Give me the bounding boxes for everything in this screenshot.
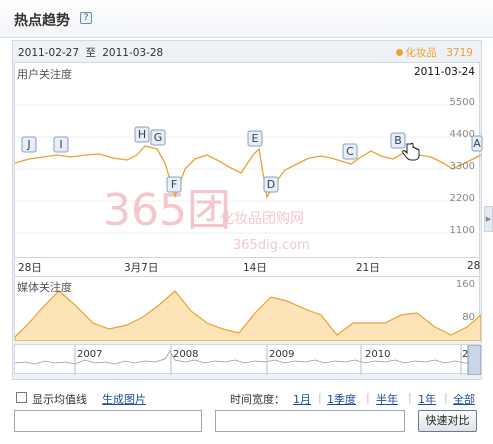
- year-label: 2007: [77, 349, 103, 360]
- header-bar: 热点趋势 ?: [0, 0, 493, 38]
- compare-keyword-input-2[interactable]: [215, 410, 405, 432]
- user-attention-plot: 365团 化妆品团购网 365dig.com: [15, 104, 481, 253]
- separator: |: [318, 391, 322, 404]
- x-tick: 14日: [243, 262, 267, 274]
- y-tick: 3300: [449, 161, 475, 172]
- generate-image-link[interactable]: 生成图片: [102, 391, 146, 407]
- range-start: 2011-02-27: [18, 47, 80, 59]
- average-line-label: 显示均值线: [32, 393, 87, 406]
- time-width-label: 时间宽度：: [230, 393, 285, 406]
- media-attention-label: 媒体关注度: [17, 281, 72, 294]
- user-attention-chart[interactable]: 365团 化妆品团购网 365dig.com: [14, 62, 481, 258]
- media-y-tick: 80: [462, 312, 475, 323]
- compare-keyword-input-1[interactable]: [14, 410, 202, 432]
- y-tick: 1100: [449, 225, 475, 236]
- help-icon[interactable]: ?: [80, 12, 92, 24]
- x-tick: 21日: [356, 262, 380, 274]
- x-tick: 28日: [18, 262, 42, 274]
- watermark-logo: 365团: [103, 185, 231, 236]
- year-label: 2008: [173, 349, 199, 360]
- timeline-window-handle: [467, 345, 481, 375]
- y-tick: 4400: [449, 129, 475, 140]
- series-dot-icon: [396, 49, 404, 56]
- watermark-url: 365dig.com: [233, 238, 310, 253]
- separator: |: [444, 391, 448, 404]
- media-y-tick: 160: [455, 279, 475, 290]
- keyword-legend: 化妆品 3719: [396, 45, 473, 60]
- y-tick: 5500: [449, 97, 475, 108]
- range-end: 2011-03-28: [102, 47, 164, 59]
- time-option-all[interactable]: 全部: [453, 391, 475, 407]
- media-attention-chart[interactable]: [14, 276, 481, 341]
- current-date: 2011-03-24: [413, 66, 475, 78]
- side-expand-arrow-icon[interactable]: ▶: [484, 206, 493, 232]
- time-option-1-year[interactable]: 1年: [418, 391, 436, 407]
- keyword-count: 3719: [446, 47, 473, 59]
- watermark-text: 化妆品团购网: [220, 211, 304, 227]
- quick-compare-button[interactable]: 快速对比: [418, 410, 477, 432]
- user-attention-label: 用户关注度: [17, 68, 72, 81]
- year-label: 2009: [269, 349, 295, 360]
- x-tick: 28: [467, 260, 481, 272]
- date-range: 2011-02-27 至 2011-03-28: [18, 45, 163, 60]
- range-to: 至: [85, 47, 96, 59]
- year-label: 2: [462, 349, 469, 360]
- time-option-half-year[interactable]: 半年: [376, 391, 398, 407]
- separator: |: [408, 391, 412, 404]
- page-title: 热点趋势: [14, 13, 70, 29]
- average-line-checkbox[interactable]: [16, 392, 27, 403]
- keyword-name: 化妆品: [405, 47, 437, 59]
- time-option-1-month[interactable]: 1月: [293, 391, 311, 407]
- media-attention-area: [15, 290, 481, 341]
- separator: |: [366, 391, 370, 404]
- user-attention-line: [15, 145, 481, 199]
- year-label: 2010: [365, 349, 391, 360]
- media-attention-plot: [15, 290, 481, 341]
- y-tick: 2200: [449, 193, 475, 204]
- time-option-1-quarter[interactable]: 1季度: [327, 391, 356, 407]
- x-tick: 3月7日: [124, 262, 159, 274]
